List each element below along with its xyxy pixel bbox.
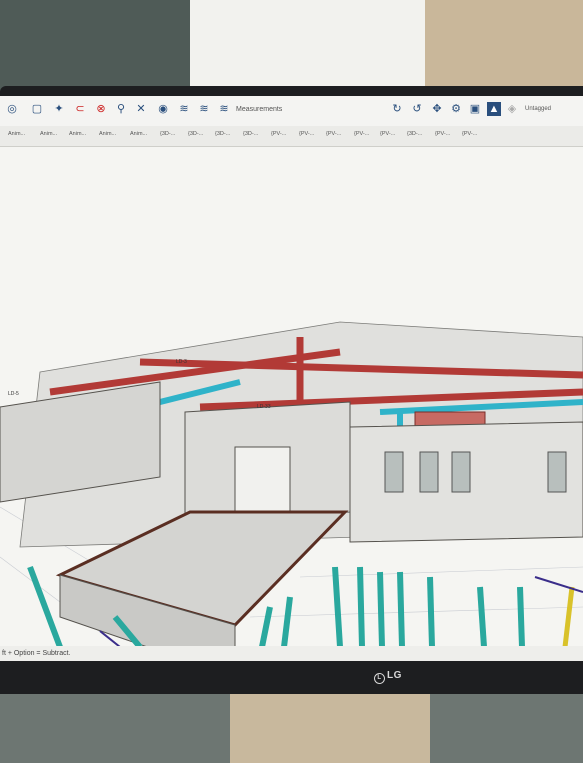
pan-icon[interactable]: ✥ [430, 102, 444, 116]
tab-item[interactable]: {PV-... [326, 131, 341, 137]
tab-item[interactable]: {3D-... [407, 131, 422, 137]
lg-logo-icon: L [374, 673, 385, 684]
model-label: LD-5 [8, 391, 19, 397]
zoom-icon[interactable]: ⚲ [114, 102, 128, 116]
comment-icon[interactable]: ▢ [30, 102, 44, 116]
toolbar: ◎ ▢ ✦ ⊂ ⊗ ⚲ ✕ ◉ ≋ ≋ ≋ Measurements ↻ ↺ ✥… [0, 96, 583, 127]
brand-text: LG [387, 670, 402, 681]
rotate-icon[interactable]: ↻ [390, 102, 404, 116]
tab-item[interactable]: {3D-... [160, 131, 175, 137]
tab-item[interactable]: {PV-... [354, 131, 369, 137]
tab-item[interactable]: {PV-... [462, 131, 477, 137]
monitor-bezel [0, 661, 583, 694]
filter-icon[interactable]: ▲ [487, 102, 501, 116]
measure-icon[interactable]: ◎ [5, 102, 19, 116]
look-icon[interactable]: ↺ [410, 102, 424, 116]
3d-viewport[interactable]: LD-5 LD-3 LD-33 [0, 147, 583, 661]
tag-icon[interactable]: ▣ [468, 102, 482, 116]
pin-icon[interactable]: ⊗ [94, 102, 108, 116]
cube-icon[interactable]: ◈ [505, 102, 519, 116]
stack-icon[interactable]: ≋ [197, 102, 211, 116]
walk-icon[interactable]: ✦ [52, 102, 66, 116]
tab-item[interactable]: Anim... [8, 131, 25, 137]
brand-logo: L LG [374, 670, 402, 684]
screen: ◎ ▢ ✦ ⊂ ⊗ ⚲ ✕ ◉ ≋ ≋ ≋ Measurements ↻ ↺ ✥… [0, 96, 583, 661]
tag-select[interactable]: Untagged [525, 106, 551, 112]
tab-item[interactable]: {PV-... [271, 131, 286, 137]
background-wall-right [425, 0, 583, 95]
tab-item[interactable]: {3D-... [243, 131, 258, 137]
section-icon[interactable]: ◉ [156, 102, 170, 116]
tab-bar: Anim... Anim... Anim... Anim... Anim... … [0, 126, 583, 147]
tab-item[interactable]: Anim... [69, 131, 86, 137]
tab-item[interactable]: Anim... [130, 131, 147, 137]
tab-item[interactable]: {PV-... [299, 131, 314, 137]
clash-icon[interactable]: ≋ [217, 102, 231, 116]
orbit-icon[interactable]: ⊂ [73, 102, 87, 116]
status-bar: ft + Option = Subtract. [0, 646, 583, 661]
tab-item[interactable]: {3D-... [215, 131, 230, 137]
tab-item[interactable]: Anim... [99, 131, 116, 137]
model-label: LD-3 [176, 359, 187, 365]
background-wall [0, 0, 190, 95]
background-window [190, 0, 425, 95]
layers-icon[interactable]: ≋ [177, 102, 191, 116]
background-stand [230, 690, 430, 763]
tab-item[interactable]: {PV-... [435, 131, 450, 137]
tab-item[interactable]: {PV-... [380, 131, 395, 137]
tab-item[interactable]: Anim... [40, 131, 57, 137]
building-model[interactable] [0, 147, 583, 661]
settings-icon[interactable]: ⚙ [449, 102, 463, 116]
measurements-label[interactable]: Measurements [236, 106, 282, 113]
tab-item[interactable]: {3D-... [188, 131, 203, 137]
fit-icon[interactable]: ✕ [134, 102, 148, 116]
model-label: LD-33 [257, 404, 271, 410]
